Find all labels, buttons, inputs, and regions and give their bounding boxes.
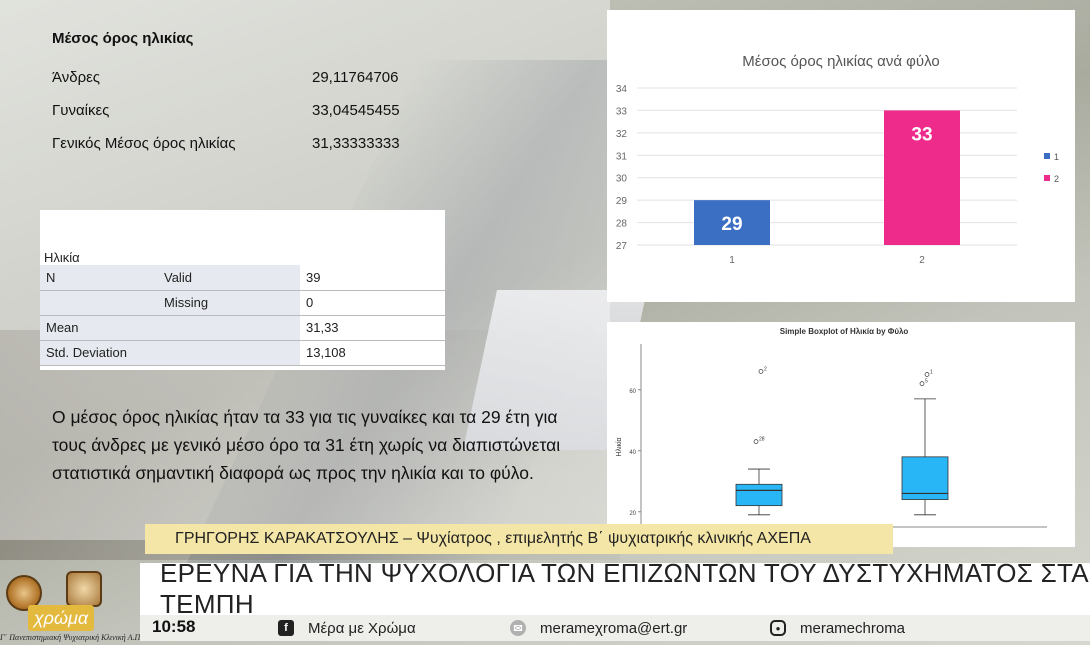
outlier-label: 5 [925, 379, 928, 385]
data-label: 33 [911, 124, 932, 145]
outlier-label: 1 [930, 370, 933, 376]
outlier-point [758, 369, 764, 374]
legend-swatch [1044, 153, 1050, 159]
spss-table: N Valid 39 Missing 0 Mean 31,33 Std. Dev… [40, 265, 445, 366]
x-tick-label: 2 [919, 255, 925, 266]
table-cell: N [40, 265, 158, 291]
legend-swatch [1044, 175, 1050, 181]
table-row: Missing 0 [40, 290, 445, 316]
y-tick-label: 20 [629, 511, 636, 517]
table-cell: 13,108 [300, 340, 445, 366]
bottom-ticker: f Μέρα με Χρώμα ✉ merameχroma@ert.gr ● m… [140, 615, 1090, 641]
summary-paragraph: Ο μέσος όρος ηλικίας ήταν τα 33 για τις … [52, 407, 561, 483]
instagram-label: meramechroma [800, 619, 906, 637]
facebook-icon: f [278, 620, 294, 636]
x-tick-label: 1 [729, 255, 735, 266]
medal-icon [66, 571, 102, 607]
table-cell [40, 290, 158, 316]
chroma-logo: χρώμα [28, 605, 94, 631]
facebook-label: Μέρα με Χρώμα [308, 619, 416, 637]
y-tick-label: 32 [616, 129, 628, 140]
chart-title: Simple Boxplot of Ηλικία by Φύλο [780, 327, 909, 336]
instagram-icon: ● [770, 620, 786, 636]
data-label: 29 [721, 214, 742, 235]
stats-value: 33,04545455 [312, 102, 400, 119]
boxplot-chart: Simple Boxplot of Ηλικία by Φύλο 20 40 60 Ηλ… [615, 327, 1047, 528]
table-row: Std. Deviation 13,108 [40, 340, 445, 366]
outlier-label: 28 [759, 437, 765, 443]
bar-chart-panel: Μέσος όρος ηλικίας ανά φύλο 27 28 29 30 31 32 3… [607, 10, 1075, 302]
stats-value: 29,11764706 [312, 69, 399, 86]
chart-title: Μέσος όρος ηλικίας ανά φύλο [742, 53, 939, 70]
clock-time: 10:58 [152, 617, 196, 636]
legend-label: 1 [1054, 152, 1059, 162]
stats-row-overall: Γενικός Μέσος όρος ηλικίας 31,33333333 [52, 127, 412, 160]
stats-label: Γενικός Μέσος όρος ηλικίας [52, 135, 236, 152]
y-tick-label: 34 [616, 84, 628, 95]
y-tick-label: 28 [616, 219, 628, 230]
spss-statistics-table: Ηλικία N Valid 39 Missing 0 Mean 31,33 S… [40, 210, 445, 370]
university-caption: Γ΄ Πανεπιστημιακή Ψυχιατρική Κλινική Α.Π… [0, 633, 151, 642]
stats-label: Γυναίκες [52, 102, 110, 119]
table-cell: 39 [300, 265, 445, 291]
email-item[interactable]: ✉ merameχroma@ert.gr [510, 615, 687, 641]
y-tick-label: 31 [616, 151, 628, 162]
outlier-point [753, 439, 759, 444]
table-cell: Missing [158, 290, 300, 316]
age-stats-summary: Μέσος όρος ηλικίας Άνδρες 29,11764706 Γυ… [52, 30, 412, 160]
instagram-item[interactable]: ● meramechroma [770, 615, 905, 641]
email-label: merameχroma@ert.gr [540, 619, 688, 637]
news-headline: ΕΡΕΥΝΑ ΓΙΑ ΤΗΝ ΨΥΧΟΛΟΓΙΑ ΤΩΝ ΕΠΙΖΩΝΤΩΝ Τ… [140, 558, 1090, 619]
y-tick-label: 33 [616, 106, 628, 117]
stats-row-women: Γυναίκες 33,04545455 [52, 94, 412, 127]
table-cell: Mean [40, 315, 158, 341]
table-cell: 31,33 [300, 315, 445, 341]
email-icon: ✉ [510, 620, 526, 636]
y-tick-label: 30 [616, 174, 628, 185]
stats-value: 31,33333333 [312, 135, 400, 152]
speaker-name-banner: ΓΡΗΓΟΡΗΣ ΚΑΡΑΚΑΤΣΟΥΛΗΣ – Ψυχίατρος , επι… [145, 524, 893, 554]
spss-table-title: Ηλικία [44, 250, 80, 265]
box [735, 483, 783, 507]
y-axis-label: Ηλικία [615, 437, 623, 456]
y-tick-label: 29 [616, 196, 628, 207]
table-cell: Std. Deviation [40, 340, 158, 366]
stats-heading: Μέσος όρος ηλικίας [52, 30, 194, 47]
stats-label: Άνδρες [52, 69, 101, 86]
table-row: Mean 31,33 [40, 315, 445, 341]
outlier-label: 2 [764, 366, 767, 372]
outlier-point [924, 372, 930, 377]
outlier-point [919, 381, 925, 387]
table-cell [158, 315, 300, 341]
boxplot-panel: Simple Boxplot of Ηλικία by Φύλο 20 40 60 Ηλ… [607, 322, 1075, 547]
stats-row-men: Άνδρες 29,11764706 [52, 61, 412, 94]
table-row: N Valid 39 [40, 265, 445, 291]
bar-chart: Μέσος όρος ηλικίας ανά φύλο 27 28 29 30 31 32 3… [616, 53, 1059, 266]
legend-label: 2 [1054, 174, 1059, 184]
table-cell: 0 [300, 290, 445, 316]
facebook-item[interactable]: f Μέρα με Χρώμα [278, 615, 416, 641]
y-tick-label: 27 [616, 241, 628, 252]
y-tick-label: 40 [629, 450, 636, 456]
table-cell: Valid [158, 265, 300, 291]
table-cell [158, 340, 300, 366]
y-tick-label: 60 [629, 389, 636, 395]
